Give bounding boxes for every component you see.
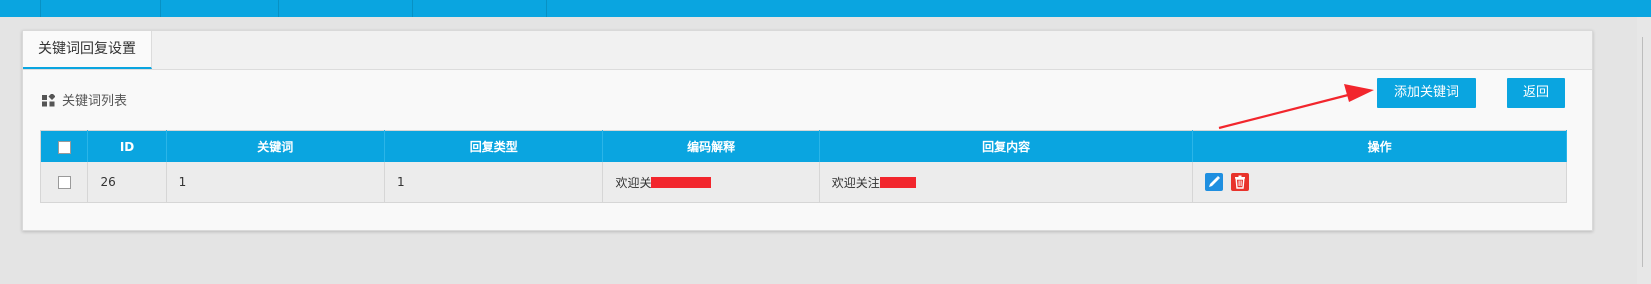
header-actions: 操作 xyxy=(1192,130,1567,162)
grid-icon xyxy=(42,94,55,107)
list-title-text: 关键词列表 xyxy=(62,94,128,109)
code-explain-text: 欢迎关 xyxy=(615,175,652,190)
pencil-edit-icon[interactable] xyxy=(1205,173,1224,191)
header-code-explain: 编码解释 xyxy=(602,130,820,162)
keyword-table: ID 关键词 回复类型 编码解释 回复内容 操作 26 1 1 欢迎关 欢迎关注 xyxy=(40,130,1567,203)
top-navigation-bar xyxy=(0,0,1651,17)
trash-delete-icon[interactable] xyxy=(1231,173,1250,191)
list-title: 关键词列表 xyxy=(42,93,127,111)
nav-separator xyxy=(40,0,41,17)
add-keyword-button[interactable]: 添加关键词 xyxy=(1377,78,1476,108)
keyword-reply-panel: 关键词回复设置 关键词列表 添加关键词 返回 ID 关键词 回复类型 编码解释 xyxy=(22,30,1593,231)
header-select-all[interactable] xyxy=(40,130,89,162)
redaction-mark xyxy=(651,176,712,188)
header-keyword: 关键词 xyxy=(166,130,386,162)
trash-delete-icon-graphic xyxy=(1235,175,1246,189)
cell-reply-content: 欢迎关注 xyxy=(819,162,1194,203)
header-reply-content: 回复内容 xyxy=(819,130,1194,162)
tab-keyword-reply-settings[interactable]: 关键词回复设置 xyxy=(23,31,152,69)
nav-separator xyxy=(546,0,547,17)
vertical-scrollbar[interactable] xyxy=(1637,17,1651,284)
cell-keyword: 1 xyxy=(166,162,386,203)
header-id: ID xyxy=(87,130,167,162)
cell-code-explain: 欢迎关 xyxy=(602,162,820,203)
nav-separator xyxy=(278,0,279,17)
redaction-mark xyxy=(879,176,916,188)
table-row: 26 1 1 欢迎关 欢迎关注 xyxy=(40,162,1567,203)
row-checkbox[interactable] xyxy=(57,176,71,189)
nav-separator xyxy=(412,0,413,17)
tab-bar: 关键词回复设置 xyxy=(23,31,1592,70)
nav-separator xyxy=(160,0,161,17)
scrollbar-track-line xyxy=(1642,37,1643,267)
cell-reply-type: 1 xyxy=(384,162,604,203)
cell-id: 26 xyxy=(87,162,167,203)
row-select-cell[interactable] xyxy=(40,162,89,203)
pencil-edit-icon-graphic xyxy=(1209,176,1221,187)
cell-actions xyxy=(1192,162,1567,203)
select-all-checkbox[interactable] xyxy=(57,140,71,154)
header-reply-type: 回复类型 xyxy=(384,130,604,162)
reply-content-text: 欢迎关注 xyxy=(831,175,880,190)
table-header-row: ID 关键词 回复类型 编码解释 回复内容 操作 xyxy=(40,130,1567,162)
back-button[interactable]: 返回 xyxy=(1507,78,1565,108)
